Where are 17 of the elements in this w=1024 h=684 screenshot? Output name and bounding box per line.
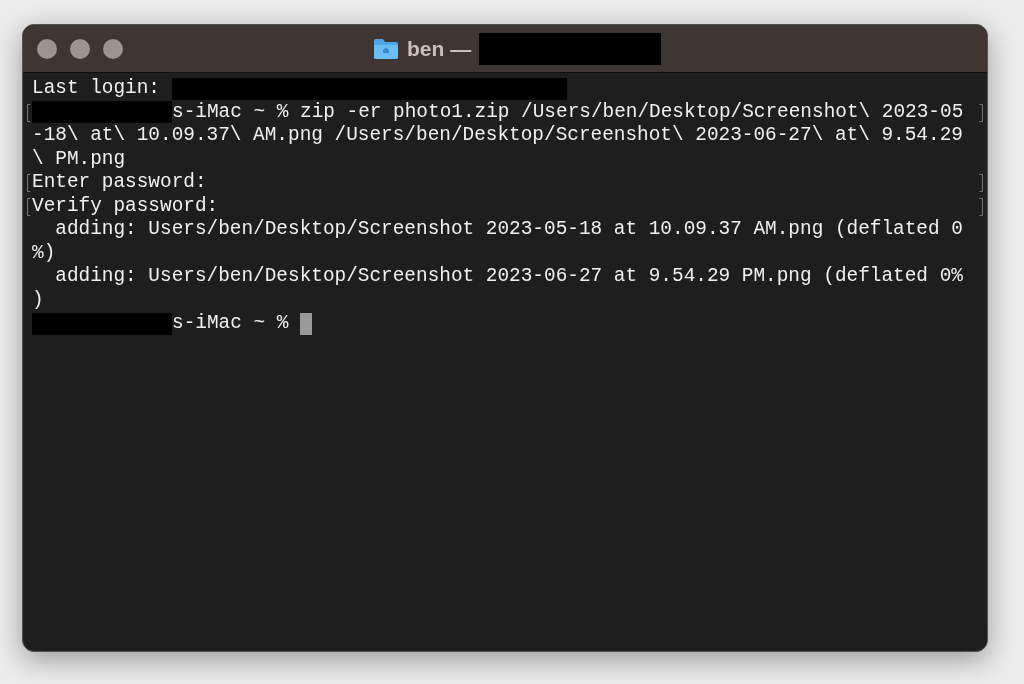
terminal-text: Enter password:: [32, 171, 207, 195]
close-button[interactable]: [37, 38, 57, 59]
terminal-text: \ PM.png: [32, 147, 126, 171]
terminal-text: s-iMac ~ % zip -er photo1.zip /Users/ben/Desktop/Screenshot\ 2023-05: [172, 100, 964, 124]
terminal-text: %): [32, 241, 56, 265]
terminal-text: -18\ at\ 10.09.37\ AM.png /Users/ben/Desktop/Screenshot\ 2023-06-27\ at\ 9.54.29: [32, 124, 963, 148]
folder-icon: [373, 37, 399, 60]
text-cursor: [300, 312, 312, 335]
terminal-text: Last login:: [32, 77, 161, 101]
terminal-text: ): [32, 288, 44, 312]
terminal-text: adding: Users/ben/Desktop/Screenshot 2023-06-27 at 9.54.29 PM.png (deflated 0%: [54, 265, 963, 289]
terminal-text: adding: Users/ben/Desktop/Screenshot 2023-05-18 at 10.09.37 AM.png (deflated 0: [54, 218, 963, 242]
minimize-button[interactable]: [70, 38, 90, 59]
terminal-text: Verify password:: [32, 194, 219, 218]
zoom-button[interactable]: [103, 38, 123, 59]
terminal-text: s-iMac ~ %: [172, 312, 290, 336]
window-title: ben —: [407, 36, 472, 61]
